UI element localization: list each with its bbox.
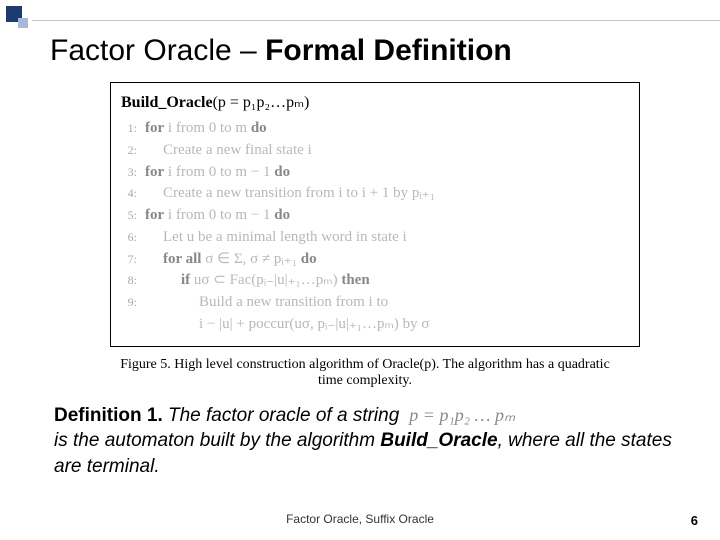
algorithm-fn-arg: (p = p₁p₂…pₘ) [213, 94, 310, 111]
algorithm-line: 8:if uσ ⊂ Fac(pᵢ₋|u|₊₁…pₘ) then [121, 270, 629, 292]
definition-line2: is the automaton built by the algorithm … [54, 428, 676, 479]
algorithm-line: 6:Let u be a minimal length word in stat… [121, 227, 629, 249]
definition-line1: The factor oracle of a string [163, 405, 400, 426]
algorithm-line: 2:Create a new final state i [121, 140, 629, 162]
footer-text: Factor Oracle, Suffix Oracle [0, 512, 720, 526]
algorithm-fn-name: Build_Oracle [121, 94, 213, 111]
algorithm-line: 4:Create a new transition from i to i + … [121, 183, 629, 205]
algorithm-line: 5:for i from 0 to m − 1 do [121, 205, 629, 227]
definition-build-name: Build_Oracle [380, 430, 497, 451]
header-divider [32, 20, 720, 21]
figure-caption: Figure 5. High level construction algori… [110, 357, 620, 389]
corner-accent-icon [6, 6, 28, 28]
algorithm-box: Build_Oracle(p = p₁p₂…pₘ) 1:for i from 0… [110, 82, 640, 347]
definition-block: Definition 1. The factor oracle of a str… [50, 403, 680, 480]
title-bold: Formal Definition [265, 34, 512, 67]
algorithm-line: 7:for all σ ∈ Σ, σ ≠ pᵢ₊₁ do [121, 249, 629, 271]
algorithm-line: i − |u| + poccur(uσ, pᵢ₋|u|₊₁…pₘ) by σ [121, 314, 629, 336]
algorithm-header: Build_Oracle(p = p₁p₂…pₘ) [121, 91, 629, 114]
page-title: Factor Oracle – Formal Definition [50, 34, 680, 68]
page-number: 6 [691, 513, 698, 528]
definition-row-1: Definition 1. The factor oracle of a str… [54, 403, 676, 429]
algorithm-line: 3:for i from 0 to m − 1 do [121, 162, 629, 184]
definition-line2-a: is the automaton built by the algorithm [54, 430, 380, 451]
algorithm-line: 9:Build a new transition from i to [121, 292, 629, 314]
algorithm-lines: 1:for i from 0 to m do2:Create a new fin… [121, 118, 629, 336]
definition-label: Definition 1. [54, 405, 163, 426]
algorithm-line: 1:for i from 0 to m do [121, 118, 629, 140]
title-plain: Factor Oracle – [50, 34, 265, 67]
slide-content: Factor Oracle – Formal Definition Build_… [0, 0, 720, 480]
definition-text-1: Definition 1. The factor oracle of a str… [54, 403, 399, 429]
definition-formula: p = p₁p₂ … pₘ [409, 403, 515, 427]
